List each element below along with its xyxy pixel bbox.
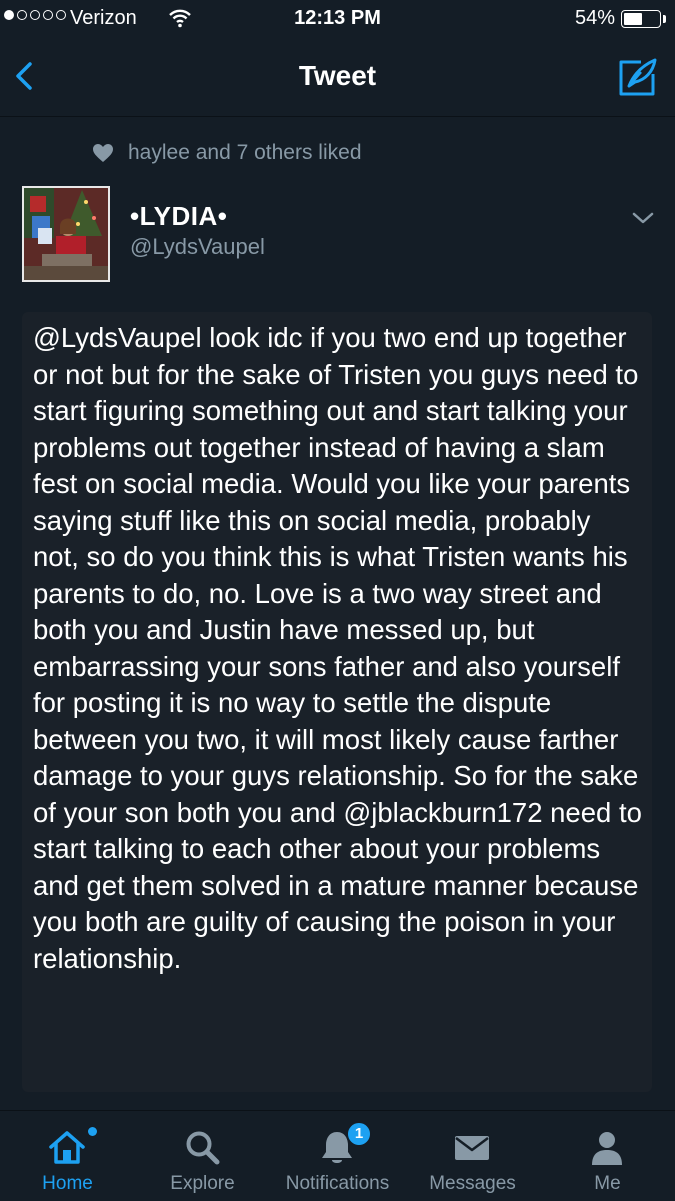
clock: 12:13 PM [294,7,381,29]
envelope-icon [455,1136,489,1160]
battery-icon [621,10,661,28]
compose-icon [619,58,657,96]
battery-fill [624,13,642,25]
profile-photo [24,188,108,280]
nav-bar: Tweet [0,38,675,117]
tab-label: Explore [170,1173,235,1194]
tab-explore[interactable]: Explore [135,1111,270,1201]
tab-label: Notifications [285,1173,390,1194]
battery-percent: 54% [574,7,615,29]
person-icon [592,1132,622,1165]
liked-by-row[interactable]: haylee and 7 others liked [92,138,362,168]
compose-tweet-button[interactable] [615,54,661,100]
tab-messages[interactable]: Messages [405,1111,540,1201]
tab-bar: Home Explore 1 Notifications Messages Me [0,1110,675,1201]
page-title: Tweet [298,60,377,91]
tweet-text: @LydsVaupel look idc if you two end up t… [22,312,652,1092]
home-icon [49,1131,85,1164]
user-handle[interactable]: @LydsVaupel [130,234,265,260]
new-content-dot [88,1127,97,1136]
battery-tip [663,15,666,23]
avatar[interactable] [22,186,110,282]
tab-label: Me [594,1173,621,1194]
chevron-down-icon [632,212,654,224]
search-icon [186,1131,220,1165]
liked-by-text: haylee and 7 others liked [128,141,362,164]
tab-me[interactable]: Me [540,1111,675,1201]
tweet-options-button[interactable] [629,206,657,230]
status-bar: Verizon 12:13 PM 54% [0,0,675,38]
tab-label: Home [42,1173,93,1194]
tab-label: Messages [429,1173,516,1194]
heart-icon [93,144,113,162]
tab-home[interactable]: Home [0,1111,135,1201]
display-name[interactable]: •LYDIA• [130,201,227,232]
notification-badge: 1 [346,1121,372,1147]
tab-notifications[interactable]: 1 Notifications [270,1111,405,1201]
